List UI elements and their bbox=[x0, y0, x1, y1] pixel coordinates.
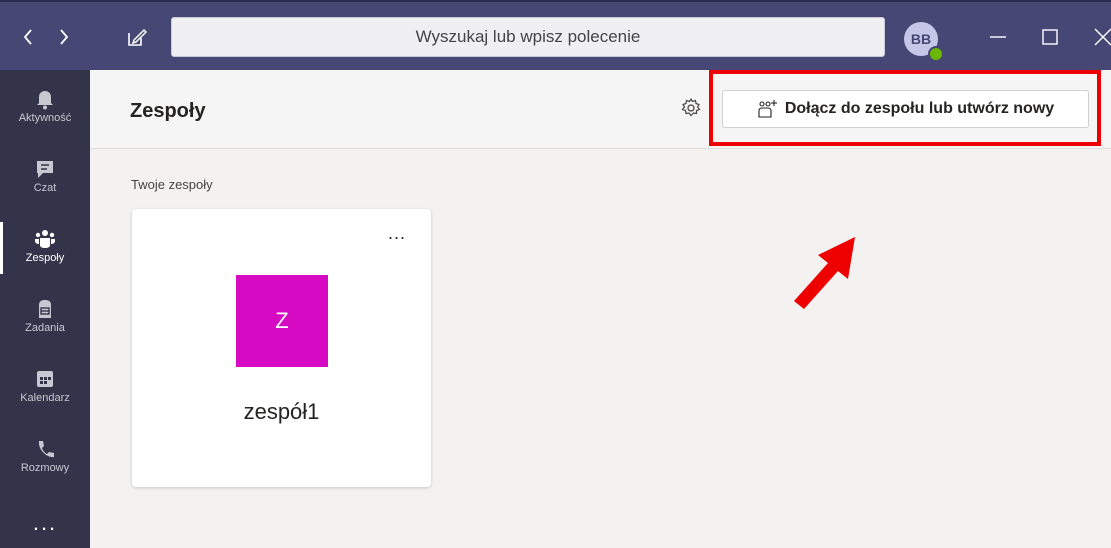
assignments-icon bbox=[39, 300, 51, 318]
appbar-item-chat[interactable]: Czat bbox=[0, 146, 90, 210]
annotation-highlight-box bbox=[709, 70, 1101, 146]
appbar-item-calls[interactable]: Rozmowy bbox=[0, 426, 90, 490]
main-content: Zespoły Dołącz do zespołu lub utwórz now… bbox=[90, 70, 1111, 548]
appbar-label: Zespoły bbox=[25, 252, 65, 264]
appbar-item-activity[interactable]: Aktywność bbox=[0, 76, 90, 140]
gear-icon[interactable] bbox=[680, 97, 702, 119]
more-icon: ... bbox=[388, 223, 407, 243]
appbar-label: Aktywność bbox=[18, 112, 72, 124]
calendar-icon bbox=[37, 371, 53, 387]
back-button[interactable] bbox=[22, 28, 34, 50]
team-avatar: Z bbox=[236, 275, 328, 367]
chevron-right-icon bbox=[60, 29, 69, 45]
forward-button[interactable] bbox=[58, 28, 70, 50]
search-input[interactable]: Wyszukaj lub wpisz polecenie bbox=[171, 17, 885, 57]
annotation-arrow-icon bbox=[794, 237, 855, 309]
appbar-item-calendar[interactable]: Kalendarz bbox=[0, 356, 90, 420]
avatar-initials: BB bbox=[910, 31, 932, 47]
team-card[interactable]: ... Z zespół1 bbox=[132, 209, 431, 487]
app-bar: Aktywność Czat Zespoły Zadania Kalendarz… bbox=[0, 70, 90, 548]
team-name: zespół1 bbox=[243, 399, 320, 424]
page-title: Zespoły bbox=[130, 100, 206, 122]
team-initial: Z bbox=[275, 308, 289, 333]
search-placeholder: Wyszukaj lub wpisz polecenie bbox=[415, 27, 641, 46]
phone-icon bbox=[38, 441, 54, 458]
appbar-label: Rozmowy bbox=[20, 462, 70, 474]
maximize-button[interactable] bbox=[1037, 24, 1063, 50]
team-more-options-button[interactable]: ... bbox=[388, 223, 406, 244]
bell-icon bbox=[37, 91, 53, 110]
presence-available-icon bbox=[928, 46, 944, 62]
appbar-label: Zadania bbox=[25, 322, 65, 334]
appbar-label: Czat bbox=[33, 182, 57, 194]
appbar-label: Kalendarz bbox=[20, 392, 70, 404]
appbar-item-assignments[interactable]: Zadania bbox=[0, 286, 90, 350]
appbar-item-teams[interactable]: Zespoły bbox=[0, 216, 90, 280]
teams-icon bbox=[35, 230, 55, 248]
close-button[interactable] bbox=[1090, 24, 1111, 50]
chevron-left-icon bbox=[23, 29, 32, 45]
more-apps-button[interactable]: ... bbox=[0, 510, 90, 536]
compose-icon[interactable] bbox=[126, 26, 148, 48]
minimize-button[interactable] bbox=[985, 24, 1011, 50]
more-icon: ... bbox=[32, 510, 58, 535]
section-label: Twoje zespoły bbox=[131, 177, 213, 192]
title-bar: Wyszukaj lub wpisz polecenie BB bbox=[0, 0, 1111, 70]
chat-icon bbox=[37, 161, 53, 178]
